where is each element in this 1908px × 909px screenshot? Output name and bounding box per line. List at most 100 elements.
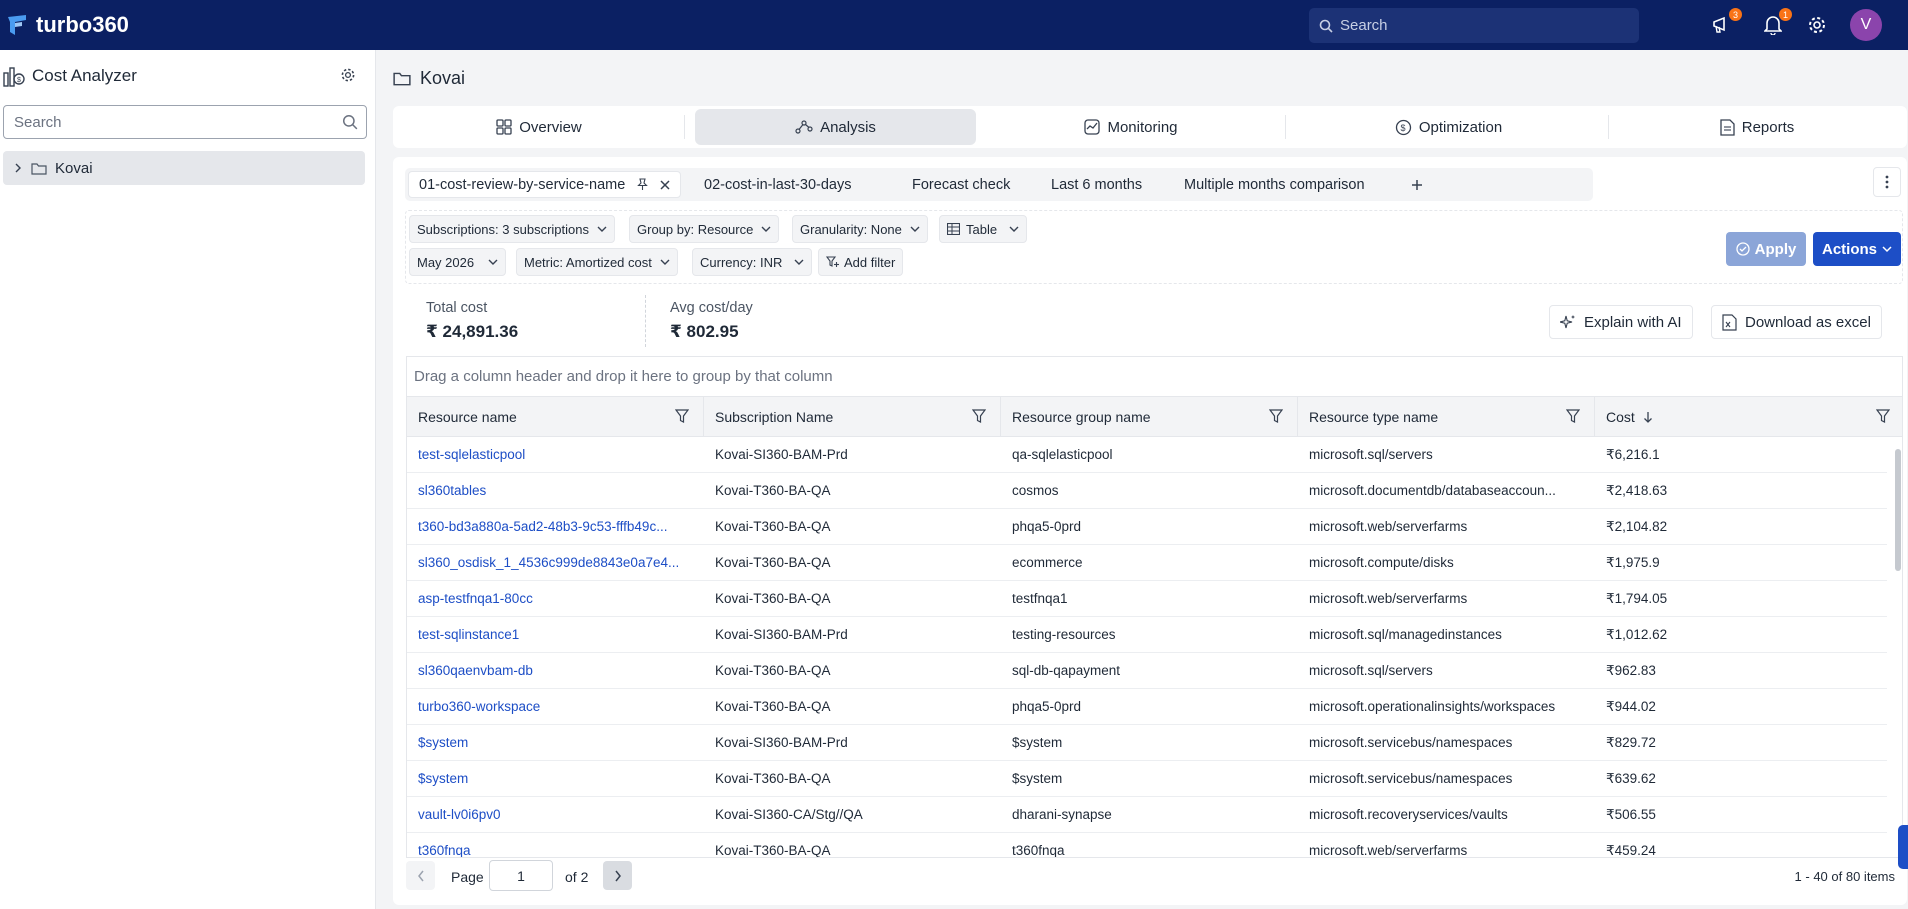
announcements-button[interactable]: 3 [1710,8,1742,38]
table-row[interactable]: turbo360-workspace Kovai-T360-BA-QA phqa5-… [407,689,1887,725]
cell-resource-name[interactable]: $system [418,761,698,797]
table-row[interactable]: sl360_osdisk_1_4536c999de8843e0a7e4... Ko… [407,545,1887,581]
chevron-right-icon[interactable] [13,162,23,174]
grid-vertical-scrollbar[interactable] [1895,449,1901,571]
sidebar-settings-button[interactable] [340,67,356,86]
main-tabs: Overview Analysis Monitoring $ Optimizat… [393,106,1907,148]
table-row[interactable]: $system Kovai-SI360-BAM-Prd $system microso… [407,725,1887,761]
cell-subscription-name: Kovai-T360-BA-QA [715,699,831,714]
tab-reports[interactable]: Reports [1612,109,1902,145]
view-tab-forecast-check[interactable]: Forecast check [912,171,1010,198]
cell-resource-name[interactable]: vault-lv0i6pv0 [418,797,698,833]
more-options-button[interactable] [1873,167,1901,197]
tab-monitoring[interactable]: Monitoring [983,109,1279,145]
cell-resource-name[interactable]: $system [418,725,698,761]
sidebar-title: $ Cost Analyzer [2,64,137,88]
metric-filter[interactable]: Metric: Amortized cost [516,248,678,276]
notifications-button[interactable]: 1 [1760,8,1792,38]
tab-optimization[interactable]: $ Optimization [1289,109,1608,145]
user-avatar[interactable]: V [1850,9,1882,41]
cell-resource-group-name: qa-sqlelasticpool [1012,447,1113,462]
tab-overview[interactable]: Overview [397,109,681,145]
table-row[interactable]: t360fnqa Kovai-T360-BA-QA t360fnqa microsof… [407,833,1887,857]
column-header-resource-type-name[interactable]: Resource type name [1298,397,1595,437]
cell-resource-name[interactable]: test-sqlelasticpool [418,437,698,473]
monitoring-icon [1084,119,1101,135]
cell-resource-type-name: microsoft.sql/servers [1309,447,1433,462]
group-by-filter[interactable]: Group by: Resource [629,215,780,243]
table-row[interactable]: sl360qaenvbam-db Kovai-T360-BA-QA sql-db-q… [407,653,1887,689]
column-header-resource-name[interactable]: Resource name [407,397,704,437]
cell-subscription-name: Kovai-T360-BA-QA [715,663,831,678]
cell-resource-name[interactable]: test-sqlinstance1 [418,617,698,653]
cell-subscription-name: Kovai-SI360-BAM-Prd [715,627,848,642]
column-header-resource-group-name[interactable]: Resource group name [1001,397,1298,437]
view-tab-multiple-months[interactable]: Multiple months comparison [1184,171,1365,198]
column-header-label: Subscription Name [715,409,834,425]
view-tab-02-cost-last-30-days[interactable]: 02-cost-in-last-30-days [704,171,851,198]
column-header-label: Resource name [418,409,517,425]
table-row[interactable]: asp-testfnqa1-80cc Kovai-T360-BA-QA testfn… [407,581,1887,617]
column-header-cost[interactable]: Cost [1595,397,1902,437]
cell-resource-name[interactable]: t360-bd3a880a-5ad2-48b3-9c53-fffb49c... [418,509,698,545]
sort-descending-arrow-icon[interactable] [1643,411,1653,423]
cell-resource-type-name: microsoft.sql/managedinstances [1309,627,1502,642]
apply-button[interactable]: Apply [1726,232,1806,266]
sidebar-search-input[interactable]: Search [3,105,367,139]
filter-funnel-icon[interactable] [1876,409,1890,423]
table-row[interactable]: test-sqlelasticpool Kovai-SI360-BAM-Prd qa… [407,437,1887,473]
download-excel-button[interactable]: Download as excel [1711,305,1882,339]
cell-resource-group-name: sql-db-qapayment [1012,663,1121,678]
add-filter-button[interactable]: Add filter [818,248,904,276]
actions-button[interactable]: Actions [1813,232,1901,266]
cell-resource-name[interactable]: sl360tables [418,473,698,509]
next-page-button[interactable] [603,861,632,890]
granularity-filter[interactable]: Granularity: None [792,215,928,243]
page-number-input[interactable]: 1 [489,860,553,891]
tab-analysis[interactable]: Analysis [695,109,976,145]
settings-button[interactable] [1804,12,1830,38]
filter-funnel-icon[interactable] [1566,409,1580,423]
sidebar-tree-item-kovai[interactable]: Kovai [3,151,365,185]
column-header-subscription-name[interactable]: Subscription Name [704,397,1001,437]
stat-divider [645,295,646,347]
brand-logo[interactable]: turbo360 [6,12,129,38]
subscriptions-filter[interactable]: Subscriptions: 3 subscriptions [409,215,615,243]
actions-button-label: Actions [1821,240,1877,258]
cell-resource-name[interactable]: turbo360-workspace [418,689,698,725]
sidebar-tree-label: Kovai [55,159,93,177]
group-drop-area[interactable]: Drag a column header and drop it here to… [407,357,1902,397]
pin-icon[interactable] [637,178,649,191]
view-tab-01-cost-review[interactable]: 01-cost-review-by-service-name [408,171,682,198]
add-view-button[interactable] [1411,171,1423,198]
close-icon[interactable] [660,179,670,190]
view-type-filter[interactable]: Table [939,215,1028,243]
filter-funnel-icon[interactable] [675,409,689,423]
currency-filter[interactable]: Currency: INR [692,248,813,276]
cell-resource-name[interactable]: asp-testfnqa1-80cc [418,581,698,617]
chevron-down-icon [1009,226,1019,232]
explain-with-ai-button[interactable]: Explain with AI [1549,305,1693,339]
cell-resource-name[interactable]: sl360_osdisk_1_4536c999de8843e0a7e4... [418,545,698,581]
table-row[interactable]: test-sqlinstance1 Kovai-SI360-BAM-Prd test… [407,617,1887,653]
page-of-label: of 2 [565,869,589,885]
download-excel-label: Download as excel [1745,313,1871,331]
filter-funnel-icon[interactable] [1269,409,1283,423]
table-row[interactable]: sl360tables Kovai-T360-BA-QA cosmos microso… [407,473,1887,509]
cell-resource-group-name: testfnqa1 [1012,591,1068,606]
cell-resource-name[interactable]: sl360qaenvbam-db [418,653,698,689]
view-tab-last-6-months[interactable]: Last 6 months [1051,171,1142,198]
month-filter[interactable]: May 2026 [409,248,507,276]
previous-page-button[interactable] [406,861,435,890]
cell-cost: ₹6,216.1 [1606,447,1660,462]
global-search-input[interactable]: Search [1309,8,1639,43]
side-panel-tab[interactable] [1898,825,1908,869]
cell-resource-name[interactable]: t360fnqa [418,833,698,857]
cell-subscription-name: Kovai-T360-BA-QA [715,591,831,606]
cell-cost: ₹1,794.05 [1606,591,1668,606]
filter-funnel-icon[interactable] [972,409,986,423]
table-row[interactable]: t360-bd3a880a-5ad2-48b3-9c53-fffb49c... K… [407,509,1887,545]
table-row[interactable]: $system Kovai-T360-BA-QA $system microsoft.… [407,761,1887,797]
cell-cost: ₹829.72 [1606,735,1656,750]
table-row[interactable]: vault-lv0i6pv0 Kovai-SI360-CA/Stg//QA dhar… [407,797,1887,833]
